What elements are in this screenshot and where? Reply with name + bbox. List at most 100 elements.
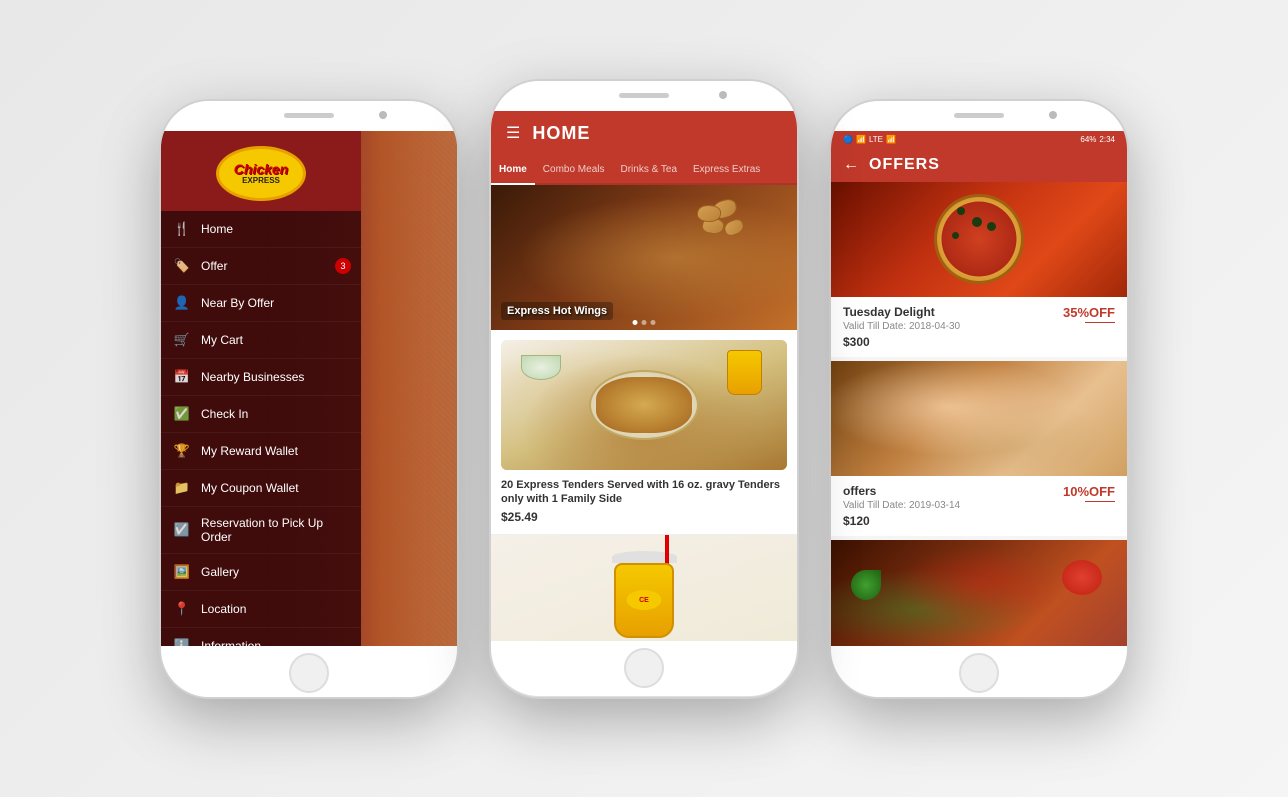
menu-item-nearby-offer[interactable]: 👤 Near By Offer xyxy=(161,285,361,322)
menu-label-reservation: Reservation to Pick Up Order xyxy=(201,516,349,544)
offer-card-tuesday[interactable]: Tuesday Delight Valid Till Date: 2018-04… xyxy=(831,182,1127,357)
screen-center: ☰ HOME Home Combo Meals Drinks & Tea Exp… xyxy=(491,111,797,641)
menu-label-offer: Offer xyxy=(201,259,227,273)
menu-item-home[interactable]: 🍴 Home xyxy=(161,211,361,248)
wifi-icon: 📶 xyxy=(856,135,866,144)
tab-drinks-tea[interactable]: Drinks & Tea xyxy=(613,156,686,185)
side-cup xyxy=(727,350,762,395)
menu-item-information[interactable]: ℹ️ Information xyxy=(161,628,361,646)
tab-combo-meals[interactable]: Combo Meals xyxy=(535,156,613,185)
phone-bottom-right xyxy=(831,646,1127,699)
camera-right xyxy=(1049,111,1057,119)
topping-3 xyxy=(952,232,959,239)
food-card-title: 20 Express Tenders Served with 16 oz. gr… xyxy=(501,478,787,507)
logo-area: Chicken EXPRESS xyxy=(161,131,361,211)
camera-center xyxy=(719,91,727,99)
nav-tabs: Home Combo Meals Drinks & Tea Express Ex… xyxy=(491,156,797,185)
offer-price-tuesday: $300 xyxy=(843,335,1063,349)
side-bowl xyxy=(521,355,561,380)
offer-image-sunday xyxy=(831,540,1127,646)
speaker-right xyxy=(954,113,1004,118)
menu-label-home: Home xyxy=(201,222,233,236)
offer-card-offers[interactable]: offers Valid Till Date: 2019-03-14 $120 … xyxy=(831,361,1127,536)
plate-circle xyxy=(589,370,699,440)
phone-right: 🔵 📶 LTE 📶 64% 2:34 ← OFFERS xyxy=(829,99,1129,699)
offer-info-tuesday: Tuesday Delight Valid Till Date: 2018-04… xyxy=(831,297,1127,357)
phone-center: ☰ HOME Home Combo Meals Drinks & Tea Exp… xyxy=(489,79,799,699)
menu-item-gallery[interactable]: 🖼️ Gallery xyxy=(161,554,361,591)
garnish-herb xyxy=(851,570,881,600)
status-bar: 🔵 📶 LTE 📶 64% 2:34 xyxy=(831,131,1127,148)
menu-item-check-in[interactable]: ✅ Check In xyxy=(161,396,361,433)
offer-icon: 🏷️ xyxy=(173,257,191,275)
menu-label-information: Information xyxy=(201,639,261,646)
food-card-price: $25.49 xyxy=(501,510,787,524)
menu-item-reservation[interactable]: ☑️ Reservation to Pick Up Order xyxy=(161,507,361,554)
offer-discount-offers: 10%OFF xyxy=(1063,484,1115,499)
cart-icon: 🛒 xyxy=(173,331,191,349)
nearby-offer-icon: 👤 xyxy=(173,294,191,312)
phone-bottom-center xyxy=(491,641,797,696)
bluetooth-icon: 🔵 xyxy=(843,135,853,144)
offer-discount-tuesday: 35%OFF xyxy=(1063,305,1115,320)
hero-label: Express Hot Wings xyxy=(501,302,613,320)
food-card: 20 Express Tenders Served with 16 oz. gr… xyxy=(491,330,797,536)
tab-home[interactable]: Home xyxy=(491,156,535,185)
home-icon: 🍴 xyxy=(173,220,191,238)
chicken-logo-cup: CE xyxy=(627,590,662,610)
menu-label-check-in: Check In xyxy=(201,407,248,421)
phone-bottom-left xyxy=(161,646,457,699)
menu-label-my-cart: My Cart xyxy=(201,333,243,347)
nugget-3 xyxy=(722,217,746,238)
back-arrow[interactable]: ← xyxy=(843,156,859,174)
offer-discount-block-offers: 10%OFF xyxy=(1063,484,1115,502)
screen-left: Chicken EXPRESS 🍴 Home 🏷️ Offer 3 xyxy=(161,131,457,646)
menu-item-nearby-businesses[interactable]: 📅 Nearby Businesses xyxy=(161,359,361,396)
offer-name-tuesday: Tuesday Delight xyxy=(843,305,1063,319)
nuggets-visual xyxy=(702,200,782,250)
menu-item-reward-wallet[interactable]: 🏆 My Reward Wallet xyxy=(161,433,361,470)
offer-text-offers: offers Valid Till Date: 2019-03-14 $120 xyxy=(843,484,1063,528)
home-button-right[interactable] xyxy=(959,653,999,693)
home-button-center[interactable] xyxy=(624,648,664,688)
family-visual xyxy=(831,361,1127,476)
pizza-visual xyxy=(831,182,1127,297)
menu-item-coupon-wallet[interactable]: 📁 My Coupon Wallet xyxy=(161,470,361,507)
tab-express-extras[interactable]: Express Extras xyxy=(685,156,768,185)
status-icons-left: 🔵 📶 LTE 📶 xyxy=(843,135,896,144)
hamburger-icon[interactable]: ☰ xyxy=(506,123,520,143)
offer-validity-offers: Valid Till Date: 2019-03-14 xyxy=(843,500,1063,511)
menu-label-location: Location xyxy=(201,602,246,616)
menu-label-nearby-offer: Near By Offer xyxy=(201,296,274,310)
hero-dot-3 xyxy=(651,320,656,325)
cup-logo-text: CE xyxy=(639,597,649,604)
offer-discount-block-tuesday: 35%OFF xyxy=(1063,305,1115,323)
reservation-icon: ☑️ xyxy=(173,521,191,539)
coupon-icon: 📁 xyxy=(173,479,191,497)
discount-line-1 xyxy=(1085,322,1115,323)
pizza-circle xyxy=(934,194,1024,284)
signal-icon: 📶 xyxy=(886,135,896,144)
menu-label-gallery: Gallery xyxy=(201,565,239,579)
nugget-4 xyxy=(696,203,721,222)
phone-left: Chicken EXPRESS 🍴 Home 🏷️ Offer 3 xyxy=(159,99,459,699)
offer-image-family xyxy=(831,361,1127,476)
offer-image-pizza xyxy=(831,182,1127,297)
battery-level: 64% xyxy=(1080,135,1096,144)
offer-price-offers: $120 xyxy=(843,514,1063,528)
offer-card-sunday[interactable]: sunday offer Valid Till Date: 2019-01-20… xyxy=(831,540,1127,646)
check-in-icon: ✅ xyxy=(173,405,191,423)
home-button-left[interactable] xyxy=(289,653,329,693)
phone-top-center xyxy=(491,81,797,111)
speaker-center xyxy=(619,93,669,98)
menu-item-location[interactable]: 📍 Location xyxy=(161,591,361,628)
menu-item-my-cart[interactable]: 🛒 My Cart xyxy=(161,322,361,359)
reward-icon: 🏆 xyxy=(173,442,191,460)
topping-1 xyxy=(957,207,965,215)
logo-brand: Chicken xyxy=(234,162,288,176)
lte-label: LTE xyxy=(869,135,883,144)
menu-item-offer[interactable]: 🏷️ Offer 3 xyxy=(161,248,361,285)
center-header: ☰ HOME xyxy=(491,111,797,156)
drink-straw xyxy=(665,535,669,565)
tenders-pile xyxy=(596,377,692,433)
